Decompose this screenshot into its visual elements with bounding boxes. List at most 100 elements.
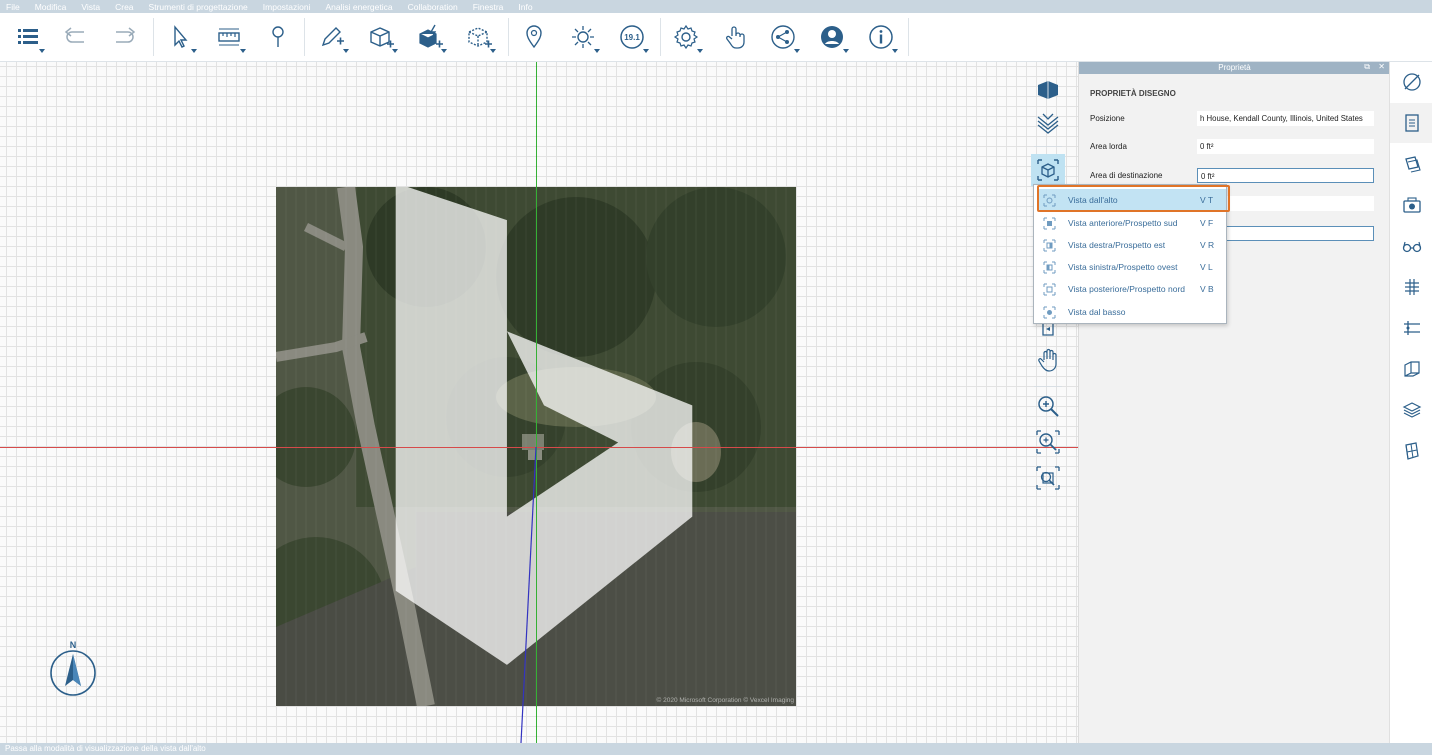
cards-icon — [1404, 156, 1421, 173]
account-button[interactable] — [815, 19, 849, 55]
mass-button[interactable] — [364, 19, 398, 55]
compass-north-icon[interactable]: N — [50, 638, 100, 698]
main-toolbar: 19.1 — [0, 13, 1432, 62]
bing-b-icon — [395, 187, 693, 665]
redo-icon — [116, 27, 136, 43]
materials-tab[interactable] — [1390, 62, 1432, 102]
pin-button[interactable] — [261, 19, 295, 55]
zone-button[interactable] — [462, 19, 496, 55]
undo-button[interactable] — [59, 19, 93, 55]
sketch-button[interactable] — [315, 19, 349, 55]
property-label: Posizione — [1090, 114, 1125, 123]
view-orientation-menu: Vista dall'alto V T Vista anteriore/Pros… — [1033, 184, 1227, 324]
menu-vista[interactable]: Vista — [74, 2, 108, 12]
zoom-window-button[interactable] — [1031, 426, 1065, 458]
info-button[interactable] — [864, 19, 898, 55]
view-cube-button[interactable] — [1031, 74, 1065, 106]
properties-section-title: PROPRIETÀ DISEGNO — [1090, 89, 1176, 98]
right-view-icon — [1043, 239, 1055, 251]
menu-item-top-view[interactable]: Vista dall'alto V T — [1038, 189, 1226, 211]
elevation-badge-text: 19.1 — [624, 33, 640, 42]
area-lorda-field[interactable]: 0 ft² — [1197, 139, 1374, 154]
menu-strumenti[interactable]: Strumenti di progettazione — [142, 2, 256, 12]
menu-analisi-energetica[interactable]: Analisi energetica — [319, 2, 401, 12]
menu-item-label: Vista posteriore/Prospetto nord — [1068, 284, 1186, 294]
pencil-plus-icon — [321, 27, 344, 47]
levels-icon — [1404, 279, 1419, 295]
y-axis-line — [536, 62, 537, 743]
restore-icon[interactable]: ⧉ — [1364, 62, 1370, 72]
menu-bar: File Modifica Vista Crea Strumenti di pr… — [0, 0, 1432, 13]
sphere-slash-icon — [1402, 73, 1421, 91]
location-button[interactable] — [517, 19, 551, 55]
share-button[interactable] — [766, 19, 800, 55]
sun-button[interactable] — [566, 19, 600, 55]
info-icon — [869, 25, 893, 49]
menu-file[interactable]: File — [0, 2, 28, 12]
cube-plus-icon — [370, 27, 394, 48]
menu-info[interactable]: Info — [511, 2, 540, 12]
menu-item-shortcut: V R — [1200, 240, 1215, 250]
menu-item-shortcut: V F — [1200, 218, 1214, 228]
levels-tab[interactable] — [1390, 267, 1432, 307]
project-browser-button[interactable] — [11, 19, 45, 55]
close-icon[interactable]: ✕ — [1378, 62, 1385, 71]
sections-tab[interactable] — [1390, 349, 1432, 389]
menu-finestra[interactable]: Finestra — [466, 2, 512, 12]
menu-item-left-view[interactable]: Vista sinistra/Prospetto ovest V L — [1038, 256, 1226, 278]
glasses-icon — [1402, 241, 1421, 253]
pushpin-icon — [272, 26, 284, 47]
hand-pan-icon — [1038, 348, 1057, 372]
dashed-cube-icon — [468, 27, 492, 48]
menu-item-right-view[interactable]: Vista destra/Prospetto est V R — [1038, 234, 1226, 256]
menu-item-back-view[interactable]: Vista posteriore/Prospetto nord V B — [1038, 278, 1226, 300]
top-view-icon — [1043, 194, 1055, 206]
camera-icon — [1402, 197, 1421, 213]
cube-bolt-icon — [419, 24, 443, 48]
shading-button[interactable] — [1031, 108, 1065, 140]
measure-button[interactable] — [212, 19, 246, 55]
view-cube-icon — [1038, 81, 1058, 99]
sun-icon — [572, 26, 594, 48]
drawing-canvas[interactable]: bing © 2020 Microsoft Corporation © Vexc… — [0, 62, 1078, 743]
properties-tab[interactable] — [1390, 103, 1432, 143]
level-button[interactable]: 19.1 — [615, 19, 649, 55]
visual-styles-tab[interactable] — [1390, 226, 1432, 266]
menu-crea[interactable]: Crea — [108, 2, 141, 12]
property-row-area-lorda: Area lorda 0 ft² — [1090, 139, 1380, 155]
layers-tab[interactable] — [1390, 390, 1432, 430]
properties-panel: Proprietà ⧉ ✕ PROPRIETÀ DISEGNO Posizion… — [1078, 62, 1390, 743]
ruler-icon — [218, 28, 240, 46]
zoom-extents-button[interactable] — [1031, 462, 1065, 494]
menu-item-front-view[interactable]: Vista anteriore/Prospetto sud V F — [1038, 212, 1226, 234]
styles-tab[interactable] — [1390, 144, 1432, 184]
user-icon — [821, 26, 843, 48]
select-button[interactable] — [163, 19, 197, 55]
location-pin-icon — [526, 25, 542, 49]
menu-collaboration[interactable]: Collaboration — [401, 2, 466, 12]
gear-icon — [673, 24, 699, 50]
back-view-icon — [1043, 283, 1055, 295]
components-tab[interactable] — [1390, 431, 1432, 471]
energy-model-button[interactable] — [413, 19, 447, 55]
redo-button[interactable] — [107, 19, 141, 55]
property-label: Area di destinazione — [1090, 171, 1163, 180]
area-destinazione-field[interactable]: 0 ft² — [1197, 168, 1374, 183]
hand-touch-icon — [726, 26, 745, 49]
orthographic-view-button[interactable] — [1031, 154, 1065, 186]
posizione-field[interactable]: h House, Kendall County, Illinois, Unite… — [1197, 111, 1374, 126]
menu-item-label: Vista sinistra/Prospetto ovest — [1068, 262, 1178, 272]
zoom-window-icon — [1036, 430, 1060, 454]
zoom-button[interactable] — [1031, 390, 1065, 422]
touch-button[interactable] — [718, 19, 752, 55]
scenes-tab[interactable] — [1390, 185, 1432, 225]
settings-button[interactable] — [669, 19, 703, 55]
level-list-tab[interactable] — [1390, 308, 1432, 348]
pan-button[interactable] — [1031, 344, 1065, 376]
menu-item-bottom-view[interactable]: Vista dal basso — [1038, 301, 1226, 323]
menu-item-shortcut: V L — [1200, 262, 1213, 272]
menu-modifica[interactable]: Modifica — [28, 2, 75, 12]
menu-impostazioni[interactable]: Impostazioni — [256, 2, 319, 12]
menu-item-shortcut: V B — [1200, 284, 1214, 294]
menu-item-shortcut: V T — [1200, 195, 1214, 205]
